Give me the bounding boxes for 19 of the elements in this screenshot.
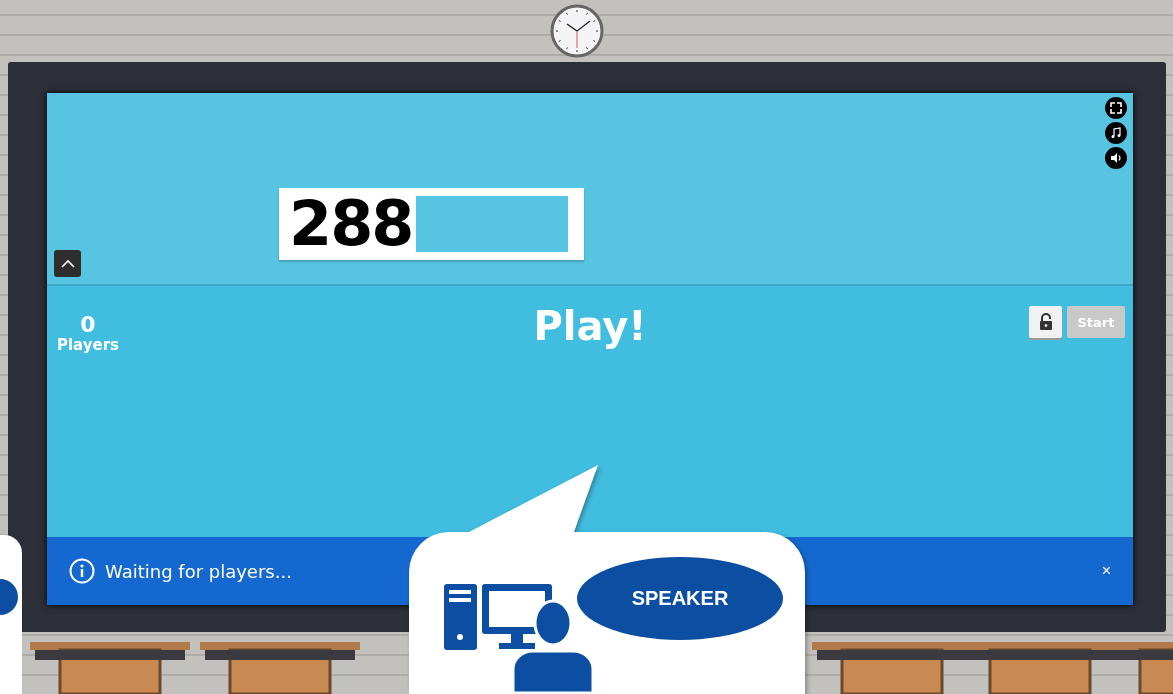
speaker-label: SPEAKER xyxy=(631,587,729,610)
fullscreen-button[interactable] xyxy=(1105,97,1127,119)
game-code: 288 xyxy=(289,193,413,255)
play-title: Play! xyxy=(533,304,647,348)
chevron-up-icon xyxy=(60,258,75,269)
music-note-icon xyxy=(1110,127,1122,139)
sound-button[interactable] xyxy=(1105,147,1127,169)
music-button[interactable] xyxy=(1105,122,1127,144)
player-count: 0 xyxy=(80,314,96,336)
collapse-button[interactable] xyxy=(54,250,81,277)
fullscreen-icon xyxy=(1110,102,1122,114)
status-message: Waiting for players... xyxy=(105,560,292,582)
lock-button[interactable] xyxy=(1029,306,1062,338)
players-label: Players xyxy=(56,336,120,354)
wall-clock-icon xyxy=(550,4,604,58)
close-button[interactable]: × xyxy=(1097,562,1115,580)
info-icon xyxy=(69,558,95,584)
unlocked-padlock-icon xyxy=(1038,313,1053,331)
speaker-icon xyxy=(1110,152,1122,164)
